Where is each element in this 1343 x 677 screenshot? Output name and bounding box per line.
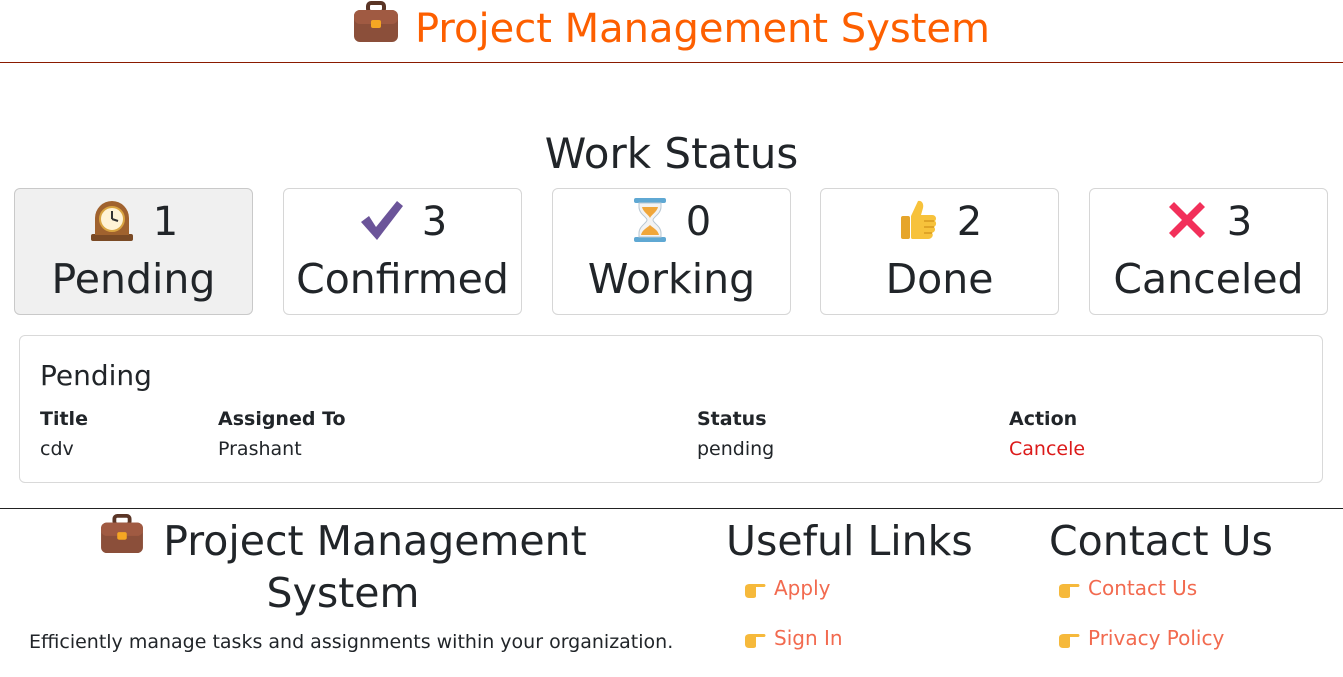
- cell-assigned-to: Prashant: [218, 438, 302, 460]
- pointing-hand-icon: [1058, 579, 1080, 598]
- cell-status: pending: [697, 438, 775, 460]
- top-navbar: Project Management System: [0, 0, 1343, 63]
- footer-link-apply[interactable]: Apply: [744, 575, 830, 601]
- app-brand[interactable]: Project Management System: [0, 1, 1343, 55]
- column-header-title: Title: [40, 408, 88, 430]
- cancel-task-link[interactable]: Cancele: [1009, 436, 1085, 462]
- footer-brand: Project Management System: [0, 514, 686, 619]
- status-label: Pending: [51, 255, 216, 303]
- status-card-canceled[interactable]: 3 Canceled: [1089, 188, 1328, 315]
- status-label: Done: [885, 255, 994, 303]
- footer-link-privacy-policy[interactable]: Privacy Policy: [1058, 625, 1224, 651]
- contact-us-title: Contact Us: [1049, 517, 1273, 565]
- footer-link-label: Contact Us: [1088, 576, 1198, 600]
- status-count: 3: [1226, 199, 1253, 245]
- footer-link-label: Sign In: [774, 626, 843, 650]
- status-card-pending[interactable]: 1 Pending: [14, 188, 253, 315]
- status-card-working[interactable]: 0 Working: [552, 188, 791, 315]
- pointing-hand-icon: [744, 629, 766, 648]
- hourglass-icon: [632, 197, 668, 247]
- mantel-clock-icon: [89, 198, 135, 246]
- status-card-done[interactable]: 2 Done: [820, 188, 1059, 315]
- status-count: 0: [685, 199, 712, 245]
- pointing-hand-icon: [1058, 629, 1080, 648]
- footer-link-label: Privacy Policy: [1088, 626, 1225, 650]
- panel-title: Pending: [40, 359, 152, 392]
- footer-link-label: Apply: [774, 576, 831, 600]
- status-card-confirmed[interactable]: 3 Confirmed: [283, 188, 522, 315]
- column-header-action: Action: [1009, 408, 1078, 430]
- app-title: Project Management System: [415, 6, 990, 52]
- useful-links-title: Useful Links: [726, 517, 973, 565]
- status-count: 2: [956, 199, 983, 245]
- footer-brand-line2: System: [266, 569, 420, 617]
- status-label: Canceled: [1113, 255, 1304, 303]
- briefcase-icon: [99, 514, 145, 566]
- footer-link-contact-us[interactable]: Contact Us: [1058, 575, 1197, 601]
- thumbs-up-icon: [897, 198, 939, 246]
- cell-title: cdv: [40, 438, 74, 460]
- cross-mark-icon: [1165, 198, 1209, 246]
- work-status-title: Work Status: [544, 129, 799, 178]
- check-mark-icon: [358, 198, 404, 246]
- pointing-hand-icon: [744, 579, 766, 598]
- column-header-assigned-to: Assigned To: [218, 408, 346, 430]
- status-label: Confirmed: [296, 255, 509, 303]
- status-count: 3: [421, 199, 448, 245]
- footer: Project Management System Efficiently ma…: [0, 508, 1343, 677]
- status-label: Working: [587, 255, 756, 303]
- footer-description: Efficiently manage tasks and assignments…: [29, 631, 674, 653]
- tasks-panel: Pending Title Assigned To Status Action …: [19, 335, 1323, 483]
- status-count: 1: [152, 199, 179, 245]
- footer-link-sign-in[interactable]: Sign In: [744, 625, 843, 651]
- column-header-status: Status: [697, 408, 767, 430]
- briefcase-icon: [353, 1, 399, 55]
- footer-brand-line1: Project Management: [163, 517, 587, 565]
